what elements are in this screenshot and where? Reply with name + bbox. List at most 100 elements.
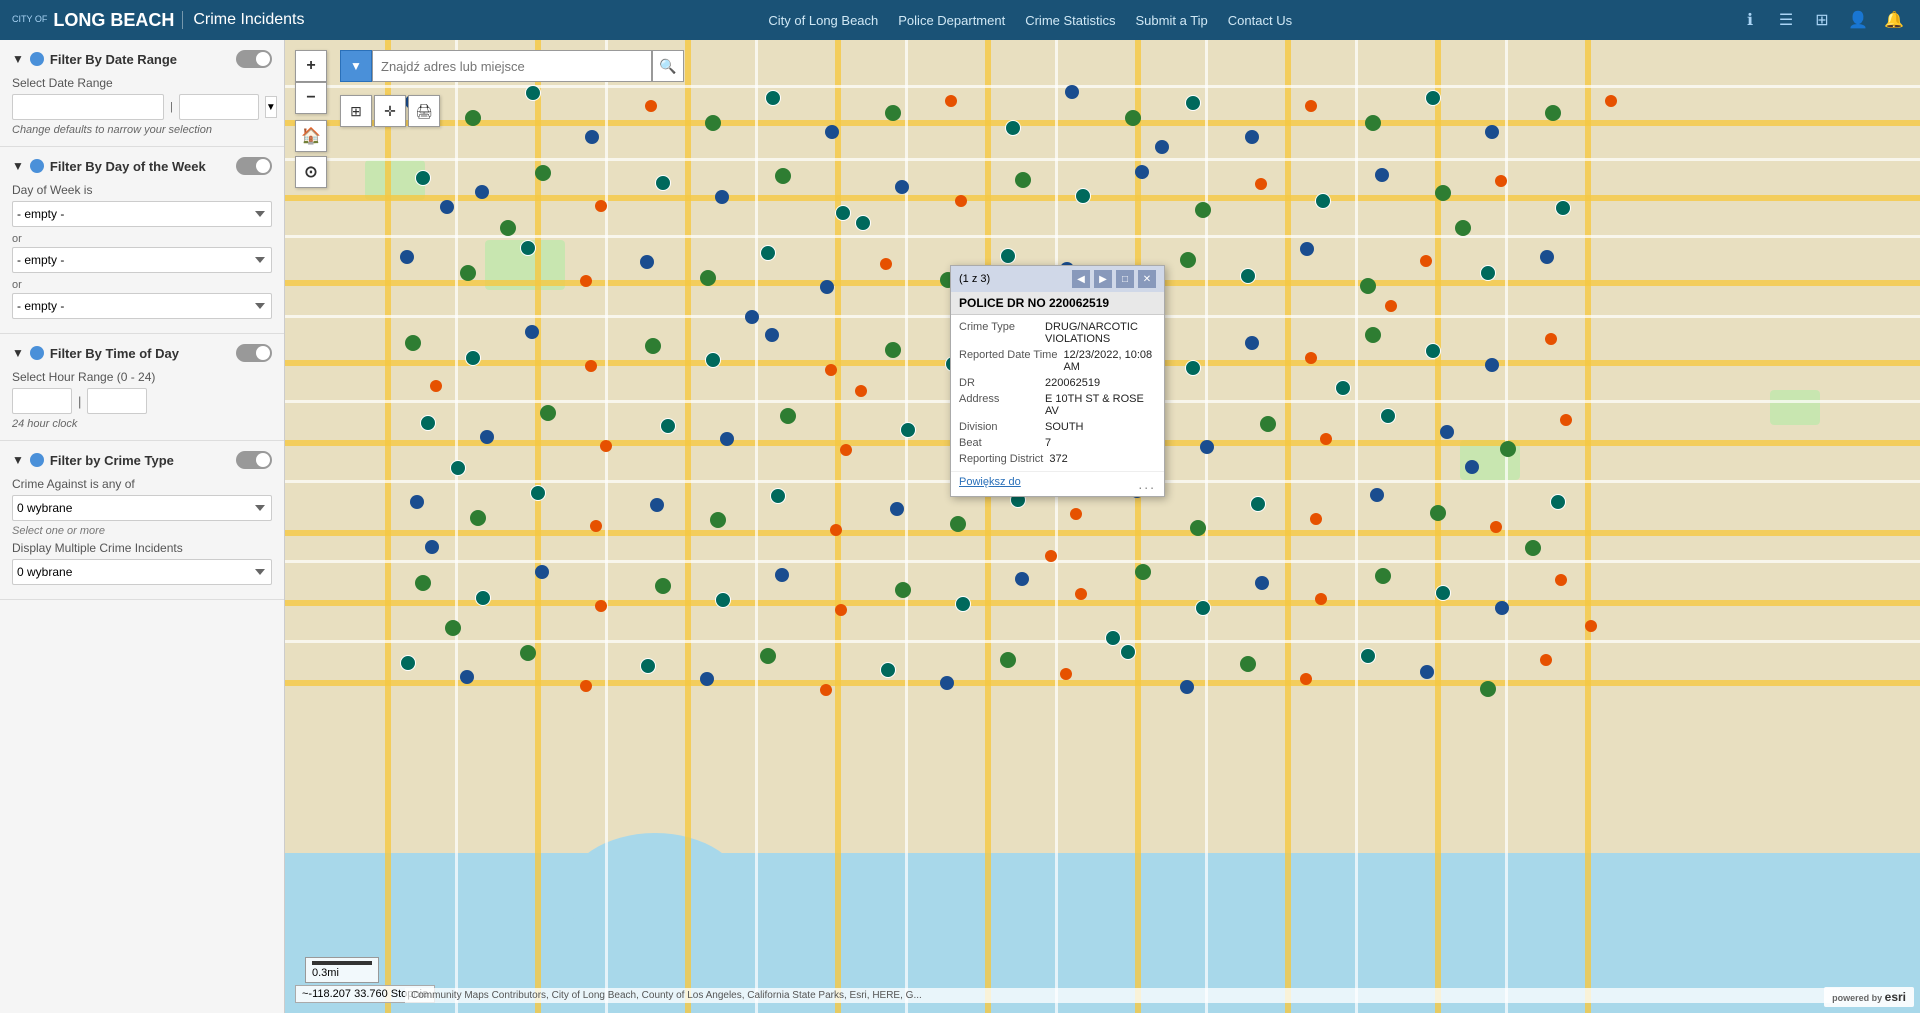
- crime-type-select[interactable]: 0 wybrane: [12, 495, 272, 521]
- road-sh-1: [285, 85, 1920, 88]
- search-bar: ▼ 🔍: [340, 50, 684, 82]
- road-mv-2: [535, 40, 541, 1013]
- road-mh-8: [285, 680, 1920, 686]
- filter-dow-title: ▼ Filter By Day of the Week: [12, 159, 206, 174]
- toggle-tod[interactable]: [236, 344, 272, 362]
- popup-close-btn[interactable]: ✕: [1138, 270, 1156, 288]
- road-mv-7: [1285, 40, 1291, 1013]
- date-start-input[interactable]: [12, 94, 164, 120]
- move-button[interactable]: ✛: [374, 95, 406, 127]
- popup-key-beat: Beat: [959, 437, 1039, 449]
- park-3: [1460, 440, 1520, 480]
- nav-stats-link[interactable]: Crime Statistics: [1025, 13, 1115, 28]
- hour-start-input[interactable]: [12, 388, 72, 414]
- popup-row-crime-type: Crime Type DRUG/NARCOTIC VIOLATIONS: [951, 319, 1164, 347]
- toggle-ct[interactable]: [236, 451, 272, 469]
- popup-next-btn[interactable]: ▶: [1094, 270, 1112, 288]
- popup-prev-btn[interactable]: ◀: [1072, 270, 1090, 288]
- logo-longbeach-text: LONG BEACH: [53, 10, 174, 31]
- filter-crime-type: ▼ Filter by Crime Type Crime Against is …: [0, 441, 284, 600]
- nav-tip-link[interactable]: Submit a Tip: [1136, 13, 1208, 28]
- popup-footer: Powiększ do ...: [951, 471, 1164, 496]
- search-submit-button[interactable]: 🔍: [652, 50, 684, 82]
- multiple-crime-select[interactable]: 0 wybrane: [12, 559, 272, 585]
- filter-tod-header: ▼ Filter By Time of Day: [12, 344, 272, 362]
- nav-police-link[interactable]: Police Department: [898, 13, 1005, 28]
- info-icon[interactable]: ℹ: [1736, 6, 1764, 34]
- nav-contact-link[interactable]: Contact Us: [1228, 13, 1292, 28]
- popup-body: Crime Type DRUG/NARCOTIC VIOLATIONS Repo…: [951, 315, 1164, 471]
- home-button[interactable]: 🏠: [295, 120, 327, 152]
- road-mh-1: [285, 120, 1920, 126]
- popup-key-dr: DR: [959, 377, 1039, 389]
- grid-icon[interactable]: ⊞: [1808, 6, 1836, 34]
- change-defaults-text: Change defaults to narrow your selection: [12, 124, 272, 136]
- map-toolbar: ⊞ ✛ 🖨: [340, 95, 440, 127]
- toggle-date[interactable]: [236, 50, 272, 68]
- popup-val-address: E 10TH ST & ROSE AV: [1045, 393, 1156, 417]
- popup-header: (1 z 3) ◀ ▶ □ ✕: [951, 266, 1164, 292]
- search-dropdown-button[interactable]: ▼: [340, 50, 372, 82]
- filter-date-title: ▼ Filter By Date Range: [12, 52, 177, 67]
- filter-date-label: Filter By Date Range: [50, 52, 177, 67]
- filter-dot-dow: [30, 159, 44, 173]
- popup-row-dr: DR 220062519: [951, 375, 1164, 391]
- dow-select-3[interactable]: - empty -: [12, 293, 272, 319]
- collapse-arrow-tod[interactable]: ▼: [12, 346, 24, 360]
- road-sv-1: [455, 40, 458, 1013]
- park-4: [1770, 390, 1820, 425]
- road-mv-3: [685, 40, 691, 1013]
- map-area[interactable]: + − 🏠 ⊙ ▼ 🔍 ⊞ ✛ 🖨 (1 z 3) ◀ ▶ □: [285, 40, 1920, 1013]
- popup-expand-btn[interactable]: □: [1116, 270, 1134, 288]
- popup-row-address: Address E 10TH ST & ROSE AV: [951, 391, 1164, 419]
- print-button[interactable]: 🖨: [408, 95, 440, 127]
- filter-dot-date: [30, 52, 44, 66]
- popup-enlarge-link[interactable]: Powiększ do: [959, 476, 1021, 492]
- user-icon[interactable]: 👤: [1844, 6, 1872, 34]
- date-calendar-btn[interactable]: ▼: [265, 96, 277, 118]
- road-mv-5: [985, 40, 991, 1013]
- or-label-1: or: [12, 233, 272, 245]
- bell-icon[interactable]: 🔔: [1880, 6, 1908, 34]
- map-attribution: Community Maps Contributors, City of Lon…: [405, 988, 1840, 1003]
- filter-dow-label: Filter By Day of the Week: [50, 159, 206, 174]
- hour-end-input[interactable]: [87, 388, 147, 414]
- esri-logo: powered by esri: [1824, 987, 1914, 1007]
- dow-select-1[interactable]: - empty -: [12, 201, 272, 227]
- filter-dot-ct: [30, 453, 44, 467]
- locate-button[interactable]: ⊙: [295, 156, 327, 188]
- select-date-range-label: Select Date Range: [12, 76, 272, 90]
- zoom-in-button[interactable]: +: [295, 50, 327, 82]
- popup-key-district: Reporting District: [959, 453, 1043, 465]
- filter-ct-label: Filter by Crime Type: [50, 453, 174, 468]
- collapse-arrow-ct[interactable]: ▼: [12, 453, 24, 467]
- map-canvas: [285, 40, 1920, 1013]
- popup-more-btn[interactable]: ...: [1138, 476, 1156, 492]
- filter-dot-tod: [30, 346, 44, 360]
- logo-area: CITY OF LONG BEACH Crime Incidents: [12, 10, 305, 31]
- sidebar-collapse-btn[interactable]: ‹: [284, 300, 285, 340]
- popup-key-division: Division: [959, 421, 1039, 433]
- zoom-out-button[interactable]: −: [295, 82, 327, 114]
- basemap-button[interactable]: ⊞: [340, 95, 372, 127]
- road-mv-1: [385, 40, 391, 1013]
- list-icon[interactable]: ☰: [1772, 6, 1800, 34]
- hour-range-row: |: [12, 388, 272, 414]
- collapse-arrow-dow[interactable]: ▼: [12, 159, 24, 173]
- sidebar-scroll: ▼ Filter By Date Range Select Date Range…: [0, 40, 284, 600]
- road-sv-6: [1205, 40, 1208, 1013]
- popup-window: (1 z 3) ◀ ▶ □ ✕ POLICE DR NO 220062519 C…: [950, 265, 1165, 497]
- date-end-input[interactable]: [179, 94, 259, 120]
- popup-row-district: Reporting District 372: [951, 451, 1164, 467]
- header: CITY OF LONG BEACH Crime Incidents City …: [0, 0, 1920, 40]
- toggle-dow[interactable]: [236, 157, 272, 175]
- filter-date-range: ▼ Filter By Date Range Select Date Range…: [0, 40, 284, 147]
- app-title: Crime Incidents: [182, 11, 304, 29]
- popup-title: POLICE DR NO 220062519: [951, 292, 1164, 315]
- popup-row-date: Reported Date Time 12/23/2022, 10:08 AM: [951, 347, 1164, 375]
- nav-city-link[interactable]: City of Long Beach: [768, 13, 878, 28]
- dow-select-2[interactable]: - empty -: [12, 247, 272, 273]
- search-input[interactable]: [372, 50, 652, 82]
- collapse-arrow-date[interactable]: ▼: [12, 52, 24, 66]
- scale-label: 0.3mi: [312, 967, 339, 979]
